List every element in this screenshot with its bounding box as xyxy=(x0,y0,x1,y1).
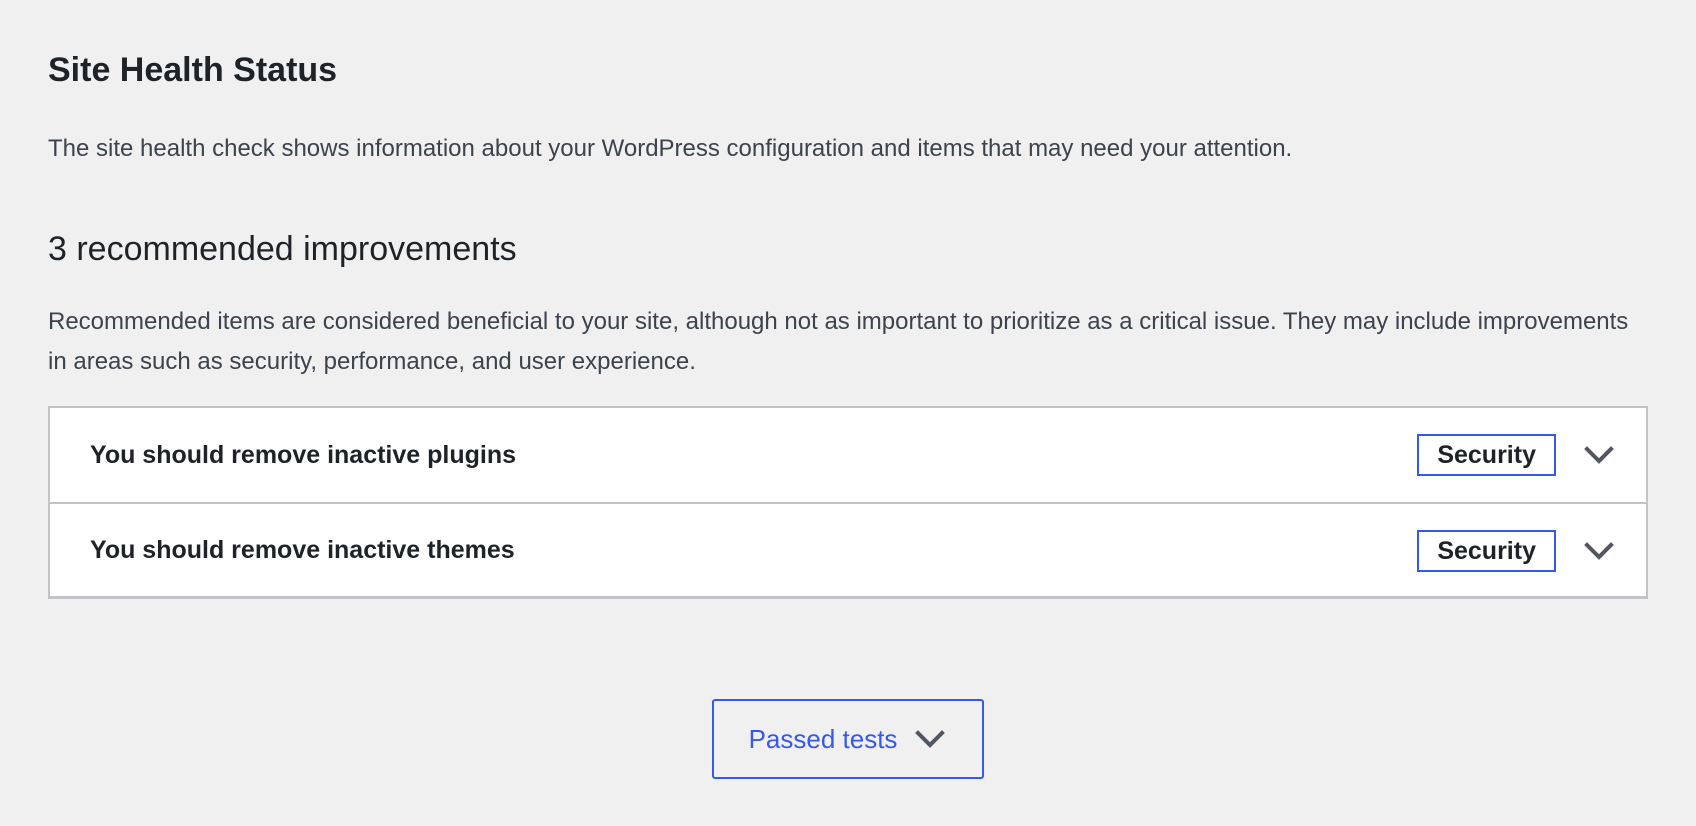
passed-tests-label: Passed tests xyxy=(748,723,898,754)
page-description: The site health check shows information … xyxy=(48,135,1293,162)
page-title: Site Health Status xyxy=(48,51,338,89)
security-badge: Security xyxy=(1417,434,1556,476)
site-health-page: Site Health Status The site health check… xyxy=(0,0,1696,826)
passed-tests-button[interactable]: Passed tests xyxy=(712,699,984,779)
chevron-down-icon[interactable] xyxy=(1582,438,1616,472)
recommended-section-title: 3 recommended improvements xyxy=(48,230,517,268)
chevron-down-icon xyxy=(915,730,946,748)
security-badge: Security xyxy=(1417,530,1556,572)
issues-list: You should remove inactive plugins Secur… xyxy=(48,406,1648,599)
chevron-down-icon[interactable] xyxy=(1582,534,1616,568)
issue-title: You should remove inactive plugins xyxy=(90,440,517,469)
issue-inactive-themes[interactable]: You should remove inactive themes Securi… xyxy=(50,502,1646,596)
issue-inactive-plugins[interactable]: You should remove inactive plugins Secur… xyxy=(50,408,1646,502)
recommended-section-description: Recommended items are considered benefic… xyxy=(48,308,1629,375)
issue-title: You should remove inactive themes xyxy=(90,535,515,564)
